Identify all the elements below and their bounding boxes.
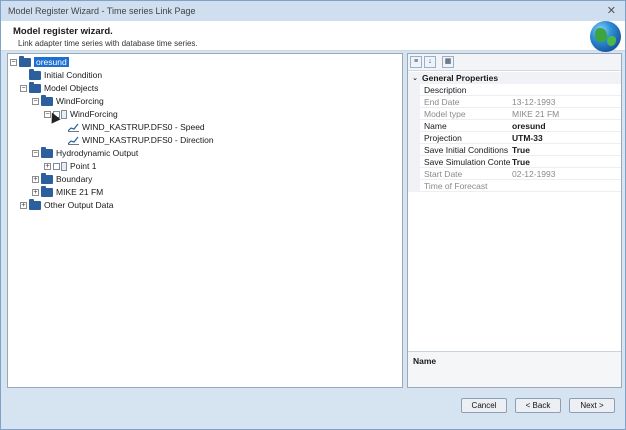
model-folder-icon xyxy=(19,55,31,67)
prop-row-save-initial-conditions[interactable]: Save Initial Conditions to True xyxy=(408,144,621,156)
folder-icon xyxy=(41,146,53,158)
back-button[interactable]: < Back xyxy=(515,398,561,413)
prop-row-start-date[interactable]: Start Date 02-12-1993 xyxy=(408,168,621,180)
close-icon[interactable]: ✕ xyxy=(607,4,616,17)
object-icon xyxy=(61,109,67,119)
expand-icon[interactable]: + xyxy=(44,162,51,170)
object-icon xyxy=(61,161,67,171)
tree-node-initial-condition[interactable]: Initial Condition xyxy=(20,68,102,81)
checkbox[interactable] xyxy=(53,162,60,170)
tree-node-windforcing-folder[interactable]: − WindForcing xyxy=(32,94,104,107)
folder-icon xyxy=(29,81,41,93)
property-grid: ≡ ↓ ▦ ⌄ General Properties Description E… xyxy=(407,53,622,388)
wizard-window: Model Register Wizard - Time series Link… xyxy=(0,0,626,430)
tree-node-other-output[interactable]: + Other Output Data xyxy=(20,198,113,211)
categorized-icon[interactable]: ≡ xyxy=(410,56,422,68)
prop-row-name[interactable]: Name oresund xyxy=(408,120,621,132)
page-subtitle: Link adapter time series with database t… xyxy=(18,39,198,48)
category-general-properties[interactable]: ⌄ General Properties xyxy=(408,72,621,84)
sort-alphabetical-icon[interactable]: ↓ xyxy=(424,56,436,68)
timeseries-icon xyxy=(68,123,79,132)
title-bar: Model Register Wizard - Time series Link… xyxy=(1,1,625,21)
tree-node-boundary[interactable]: + Boundary xyxy=(32,172,92,185)
property-toolbar: ≡ ↓ ▦ xyxy=(408,54,621,71)
folder-icon xyxy=(41,185,53,197)
tree-node-root[interactable]: − oresund xyxy=(10,55,69,68)
property-pages-icon[interactable]: ▦ xyxy=(442,56,454,68)
property-description-panel: Name xyxy=(408,351,621,387)
tree-node-model-objects[interactable]: − Model Objects xyxy=(20,81,98,94)
prop-row-model-type[interactable]: Model type MIKE 21 FM xyxy=(408,108,621,120)
globe-icon xyxy=(590,21,621,52)
folder-icon xyxy=(41,172,53,184)
prop-row-end-date[interactable]: End Date 13-12-1993 xyxy=(408,96,621,108)
expand-icon[interactable]: + xyxy=(32,188,39,196)
collapse-icon[interactable]: − xyxy=(32,149,39,157)
tree-node-speed[interactable]: WIND_KASTRUP.DFS0 - Speed xyxy=(68,121,205,133)
window-title: Model Register Wizard - Time series Link… xyxy=(8,6,196,16)
folder-icon xyxy=(29,198,41,210)
model-tree[interactable]: − oresund Initial Condition − Model Obje… xyxy=(7,53,403,388)
prop-row-save-simulation-content[interactable]: Save Simulation Content True xyxy=(408,156,621,168)
next-button[interactable]: Next > xyxy=(569,398,615,413)
tree-node-mike21[interactable]: + MIKE 21 FM xyxy=(32,185,103,198)
prop-row-time-of-forecast[interactable]: Time of Forecast xyxy=(408,180,621,192)
tree-node-point1[interactable]: + Point 1 xyxy=(44,160,96,172)
prop-row-projection[interactable]: Projection UTM-33 xyxy=(408,132,621,144)
expand-icon[interactable]: + xyxy=(20,201,27,209)
tree-node-direction[interactable]: WIND_KASTRUP.DFS0 - Direction xyxy=(68,134,214,146)
wizard-header: Model register wizard. Link adapter time… xyxy=(1,21,625,52)
collapse-icon[interactable]: − xyxy=(20,84,27,92)
timeseries-icon xyxy=(68,136,79,145)
page-title: Model register wizard. xyxy=(13,26,113,37)
tree-node-hydro-output[interactable]: − Hydrodynamic Output xyxy=(32,146,138,159)
collapse-arrow-icon[interactable]: ⌄ xyxy=(408,74,422,82)
cancel-button[interactable]: Cancel xyxy=(461,398,507,413)
expand-icon[interactable]: + xyxy=(32,175,39,183)
collapse-icon[interactable]: − xyxy=(32,97,39,105)
collapse-icon[interactable]: − xyxy=(10,58,17,66)
folder-icon xyxy=(41,94,53,106)
prop-row-description[interactable]: Description xyxy=(408,84,621,96)
folder-icon xyxy=(29,68,41,80)
